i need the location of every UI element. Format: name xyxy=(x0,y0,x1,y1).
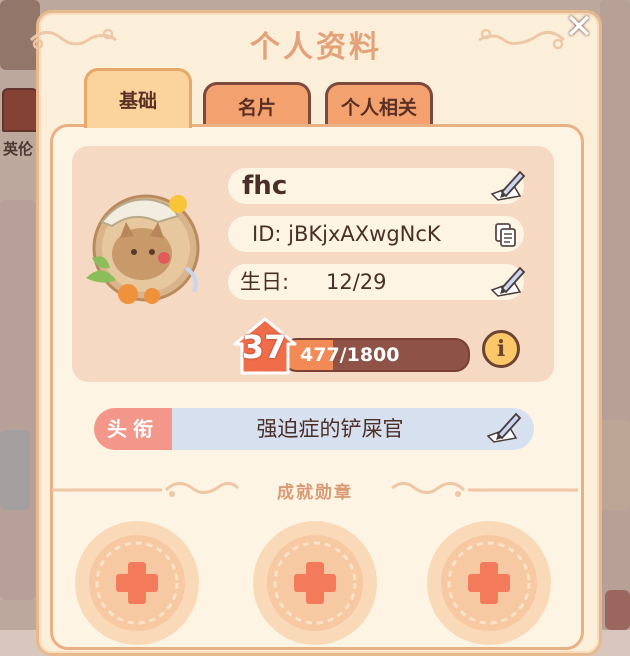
username: fhc xyxy=(242,171,288,201)
avatar[interactable] xyxy=(82,182,210,310)
close-icon[interactable]: ✕ xyxy=(560,8,598,46)
title-ornament-right-icon xyxy=(478,28,566,50)
level-number: 37 xyxy=(241,328,287,366)
username-field: fhc xyxy=(228,168,524,204)
tab-basic[interactable]: 基础 xyxy=(84,68,192,128)
tab-personal[interactable]: 个人相关 xyxy=(325,82,433,128)
user-id: ID: jBKjxAXwgNcK xyxy=(252,222,441,246)
edit-honor-icon[interactable] xyxy=(484,408,524,444)
birthday-value: 12/29 xyxy=(326,270,387,294)
badge-slot-3[interactable] xyxy=(424,518,554,648)
birthday-field: 生日: 12/29 xyxy=(228,264,524,300)
tab-card[interactable]: 名片 xyxy=(203,82,311,128)
badge-slot-2[interactable] xyxy=(250,518,380,648)
honor-label: 头衔 xyxy=(94,408,172,450)
edit-birthday-icon[interactable] xyxy=(488,262,528,298)
xp-text: 477/1800 xyxy=(300,344,400,366)
badge-slot-1[interactable] xyxy=(72,518,202,648)
honor-value[interactable]: 强迫症的铲屎官 xyxy=(172,408,534,450)
info-icon[interactable]: i xyxy=(482,330,520,368)
badges-title: 成就勋章 xyxy=(277,483,353,503)
copy-icon[interactable] xyxy=(494,222,518,248)
edit-name-icon[interactable] xyxy=(488,166,528,202)
user-id-field: ID: jBKjxAXwgNcK xyxy=(228,216,524,252)
birthday-label: 生日: xyxy=(240,270,290,294)
